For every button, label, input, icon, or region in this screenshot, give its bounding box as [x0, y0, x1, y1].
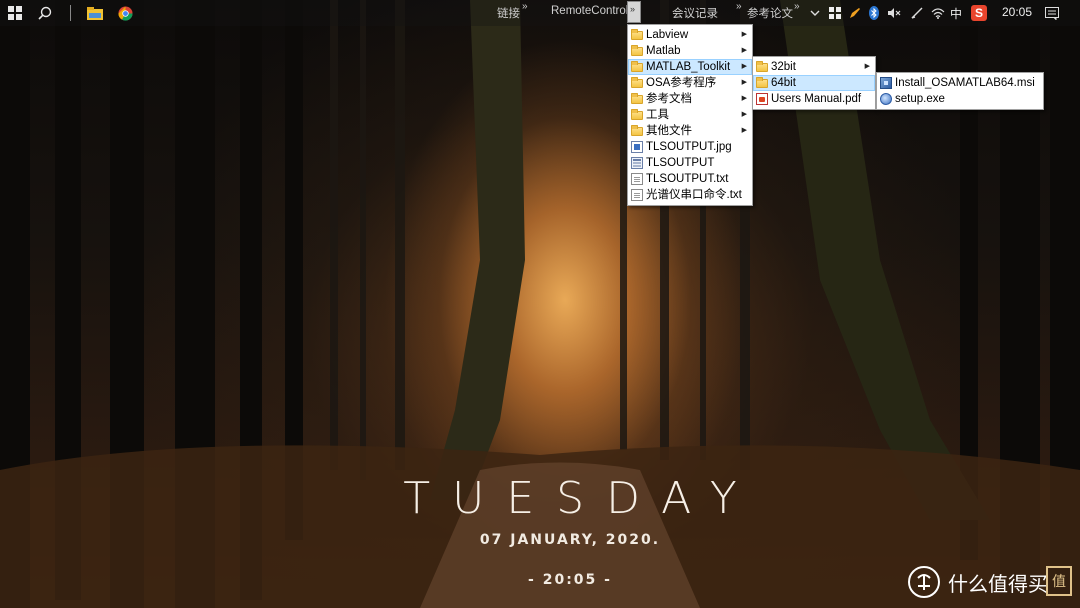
- submenu-arrow-icon: ▶: [741, 31, 747, 38]
- menu-item-other-files[interactable]: 其他文件 ▶: [628, 123, 752, 139]
- toolbar-link-remotecontrol[interactable]: RemoteControl: [551, 5, 628, 17]
- folder-icon: [631, 61, 643, 72]
- menu-item-label: TLSOUTPUT.jpg: [646, 141, 732, 153]
- taskbar: 链接 » RemoteControl » 会议记录 » 参考论文 » 中 S 2…: [0, 0, 1080, 26]
- toolbar-link-meeting-notes[interactable]: 会议记录: [672, 5, 718, 21]
- menu-item-label: setup.exe: [895, 93, 945, 105]
- folder-icon: [756, 61, 768, 72]
- menu-item-install-osamatlab64[interactable]: Install_OSAMATLAB64.msi: [877, 75, 1043, 91]
- notification-center-icon[interactable]: [1044, 4, 1060, 22]
- menu-item-label: Users Manual.pdf: [771, 93, 862, 105]
- pen-tray-icon[interactable]: [848, 4, 862, 22]
- menu-item-label: Labview: [646, 29, 689, 41]
- tray-overflow-chevron-icon[interactable]: [808, 4, 822, 22]
- taskbar-divider: [70, 5, 71, 21]
- menu-item-label: TLSOUTPUT.txt: [646, 173, 729, 185]
- generic-file-icon: [631, 157, 643, 169]
- chevron-right-icon: »: [630, 4, 636, 14]
- submenu-arrow-icon: ▶: [741, 111, 747, 118]
- folder-icon: [631, 29, 643, 40]
- pdf-file-icon: [756, 93, 768, 105]
- chevron-right-icon[interactable]: »: [794, 1, 800, 12]
- app-tray-icon[interactable]: [828, 4, 842, 22]
- wifi-icon[interactable]: [930, 4, 946, 22]
- chevron-right-icon[interactable]: »: [736, 1, 742, 12]
- submenu-arrow-icon: ▶: [741, 63, 747, 70]
- menu-item-label: 64bit: [771, 77, 796, 89]
- menu-item-label: TLSOUTPUT: [646, 157, 715, 169]
- submenu-arrow-icon: ▶: [741, 95, 747, 102]
- menu-item-tlsoutput-txt[interactable]: TLSOUTPUT.txt: [628, 171, 752, 187]
- chevron-right-icon[interactable]: »: [522, 1, 528, 12]
- folder-icon: [756, 77, 768, 88]
- submenu-arrow-icon: ▶: [741, 79, 747, 86]
- menu-item-matlab[interactable]: Matlab ▶: [628, 43, 752, 59]
- menu-item-label: 参考文档: [646, 93, 692, 105]
- menu-item-label: 其他文件: [646, 125, 692, 137]
- menu-item-users-manual[interactable]: Users Manual.pdf: [753, 91, 875, 107]
- ime-indicator[interactable]: 中: [950, 5, 962, 22]
- menu-item-label: MATLAB_Toolkit: [646, 61, 731, 73]
- toolbar-link-links[interactable]: 链接: [497, 5, 520, 21]
- menu-item-32bit[interactable]: 32bit ▶: [753, 59, 875, 75]
- pen-workspace-icon[interactable]: [910, 4, 924, 22]
- site-watermark: 什么值得买 值: [908, 562, 1072, 602]
- folder-menu-root: Labview ▶ Matlab ▶ MATLAB_Toolkit ▶ OSA参考程序…: [627, 24, 753, 206]
- menu-item-label: Matlab: [646, 45, 681, 57]
- search-icon[interactable]: [36, 4, 54, 22]
- smzdm-logo-icon: [908, 566, 940, 598]
- menu-item-label: 工具: [646, 109, 669, 121]
- menu-item-label: 光谱仪串口命令.txt: [646, 189, 742, 201]
- menu-item-osa-reference-programs[interactable]: OSA参考程序 ▶: [628, 75, 752, 91]
- volume-muted-icon[interactable]: [886, 4, 902, 22]
- chrome-icon[interactable]: [116, 4, 134, 22]
- file-explorer-icon[interactable]: [86, 4, 104, 22]
- text-file-icon: [631, 173, 643, 185]
- folder-icon: [631, 77, 643, 88]
- submenu-arrow-icon: ▶: [741, 47, 747, 54]
- taskbar-clock[interactable]: 20:05: [1002, 5, 1032, 19]
- sogou-input-icon[interactable]: S: [970, 4, 988, 22]
- folder-icon: [631, 125, 643, 136]
- setup-executable-icon: [880, 93, 892, 105]
- submenu-arrow-icon: ▶: [741, 127, 747, 134]
- menu-item-label: 32bit: [771, 61, 796, 73]
- menu-item-setup-exe[interactable]: setup.exe: [877, 91, 1043, 107]
- installer-package-icon: [880, 77, 892, 89]
- bluetooth-icon[interactable]: [868, 4, 880, 22]
- folder-menu-matlab-toolkit: 32bit ▶ 64bit Users Manual.pdf: [752, 56, 876, 110]
- submenu-arrow-icon: ▶: [864, 63, 870, 70]
- image-file-icon: [631, 141, 643, 153]
- widget-day-title: TUESDAY: [403, 473, 759, 524]
- toolbar-menu-button-active[interactable]: »: [627, 1, 641, 23]
- menu-item-labview[interactable]: Labview ▶: [628, 27, 752, 43]
- widget-date: 07 JANUARY, 2020.: [479, 532, 661, 548]
- menu-item-label: OSA参考程序: [646, 77, 717, 89]
- watermark-seal: 值: [1046, 566, 1072, 596]
- folder-icon: [631, 45, 643, 56]
- menu-item-spectrometer-serial-commands[interactable]: 光谱仪串口命令.txt: [628, 187, 752, 203]
- menu-item-64bit[interactable]: 64bit: [753, 75, 875, 91]
- menu-item-reference-docs[interactable]: 参考文档 ▶: [628, 91, 752, 107]
- folder-menu-64bit: Install_OSAMATLAB64.msi setup.exe: [876, 72, 1044, 110]
- menu-item-tlsoutput[interactable]: TLSOUTPUT: [628, 155, 752, 171]
- menu-item-matlab-toolkit[interactable]: MATLAB_Toolkit ▶: [628, 59, 752, 75]
- text-file-icon: [631, 189, 643, 201]
- menu-item-label: Install_OSAMATLAB64.msi: [895, 77, 1035, 89]
- menu-item-tools[interactable]: 工具 ▶: [628, 107, 752, 123]
- toolbar-link-reference-papers[interactable]: 参考论文: [747, 5, 793, 21]
- folder-icon: [631, 109, 643, 120]
- watermark-text: 什么值得买: [948, 571, 1048, 596]
- windows-start-icon[interactable]: [6, 4, 24, 22]
- folder-icon: [631, 93, 643, 104]
- menu-item-tlsoutput-jpg[interactable]: TLSOUTPUT.jpg: [628, 139, 752, 155]
